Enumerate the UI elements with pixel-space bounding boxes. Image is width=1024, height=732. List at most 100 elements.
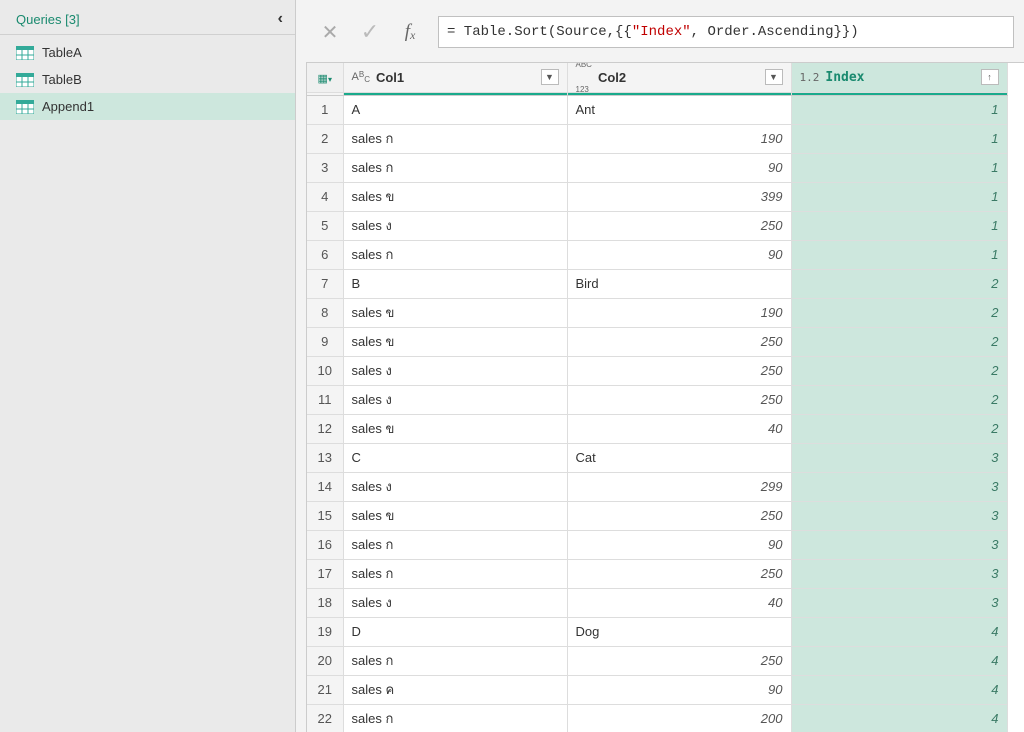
cell-col2[interactable]: 250 xyxy=(567,211,791,240)
commit-formula-button[interactable]: ✓ xyxy=(350,16,390,48)
cell-col2[interactable]: 90 xyxy=(567,675,791,704)
cell-col2[interactable]: Cat xyxy=(567,443,791,472)
table-row[interactable]: 15sales ข2503 xyxy=(307,501,1007,530)
cell-col1[interactable]: C xyxy=(343,443,567,472)
cell-col1[interactable]: sales ง xyxy=(343,472,567,501)
cell-col1[interactable]: A xyxy=(343,95,567,124)
cell-index[interactable]: 1 xyxy=(791,95,1007,124)
cell-col1[interactable]: sales ค xyxy=(343,675,567,704)
cell-col2[interactable]: 250 xyxy=(567,646,791,675)
cell-col2[interactable]: 200 xyxy=(567,704,791,732)
cell-col2[interactable]: 250 xyxy=(567,385,791,414)
table-row[interactable]: 11sales ง2502 xyxy=(307,385,1007,414)
table-row[interactable]: 18sales ง403 xyxy=(307,588,1007,617)
cell-col1[interactable]: sales ง xyxy=(343,211,567,240)
cell-index[interactable]: 2 xyxy=(791,298,1007,327)
table-row[interactable]: 1AAnt1 xyxy=(307,95,1007,124)
table-row[interactable]: 19DDog4 xyxy=(307,617,1007,646)
formula-input[interactable]: = Table.Sort(Source,{{"Index", Order.Asc… xyxy=(438,16,1014,48)
cell-col1[interactable]: sales ข xyxy=(343,414,567,443)
cell-col2[interactable]: 90 xyxy=(567,153,791,182)
cell-index[interactable]: 3 xyxy=(791,559,1007,588)
cell-index[interactable]: 3 xyxy=(791,588,1007,617)
cell-col1[interactable]: sales ก xyxy=(343,559,567,588)
table-row[interactable]: 17sales ก2503 xyxy=(307,559,1007,588)
grid-corner[interactable]: ▦▾ xyxy=(307,63,343,92)
cell-col2[interactable]: 40 xyxy=(567,588,791,617)
cell-col2[interactable]: 250 xyxy=(567,501,791,530)
cell-col1[interactable]: sales ข xyxy=(343,327,567,356)
cell-col1[interactable]: sales ก xyxy=(343,153,567,182)
cell-col1[interactable]: sales ข xyxy=(343,182,567,211)
cell-col1[interactable]: B xyxy=(343,269,567,298)
cell-index[interactable]: 2 xyxy=(791,327,1007,356)
cell-col2[interactable]: 250 xyxy=(567,559,791,588)
table-row[interactable]: 22sales ก2004 xyxy=(307,704,1007,732)
cell-col1[interactable]: sales ก xyxy=(343,646,567,675)
cell-col1[interactable]: sales ก xyxy=(343,530,567,559)
cell-index[interactable]: 1 xyxy=(791,240,1007,269)
column-header-col1[interactable]: ABC Col1 ▼ xyxy=(343,63,567,92)
table-row[interactable]: 7BBird2 xyxy=(307,269,1007,298)
cell-col2[interactable]: 250 xyxy=(567,327,791,356)
table-row[interactable]: 6sales ก901 xyxy=(307,240,1007,269)
cell-col2[interactable]: 40 xyxy=(567,414,791,443)
cell-col1[interactable]: D xyxy=(343,617,567,646)
cell-col2[interactable]: 190 xyxy=(567,298,791,327)
cell-col1[interactable]: sales ง xyxy=(343,385,567,414)
column-header-col2[interactable]: ABC123 Col2 ▼ xyxy=(567,63,791,92)
cell-index[interactable]: 4 xyxy=(791,675,1007,704)
cell-index[interactable]: 4 xyxy=(791,617,1007,646)
cell-col1[interactable]: sales ก xyxy=(343,704,567,732)
cell-col1[interactable]: sales ง xyxy=(343,588,567,617)
cell-index[interactable]: 3 xyxy=(791,530,1007,559)
table-row[interactable]: 10sales ง2502 xyxy=(307,356,1007,385)
cell-index[interactable]: 2 xyxy=(791,414,1007,443)
filter-dropdown-icon[interactable]: ▼ xyxy=(541,69,559,85)
data-grid-wrap[interactable]: ▦▾ ABC Col1 ▼ ABC123 Col2 ▼ xyxy=(306,62,1024,732)
cell-col2[interactable]: Bird xyxy=(567,269,791,298)
cell-col1[interactable]: sales ก xyxy=(343,240,567,269)
table-row[interactable]: 5sales ง2501 xyxy=(307,211,1007,240)
query-item[interactable]: Append1 xyxy=(0,93,295,120)
table-row[interactable]: 4sales ข3991 xyxy=(307,182,1007,211)
table-row[interactable]: 21sales ค904 xyxy=(307,675,1007,704)
query-item[interactable]: TableB xyxy=(0,66,295,93)
cell-index[interactable]: 1 xyxy=(791,124,1007,153)
column-header-index[interactable]: 1.2 Index ↑ xyxy=(791,63,1007,92)
cell-col1[interactable]: sales ข xyxy=(343,298,567,327)
cell-col2[interactable]: 190 xyxy=(567,124,791,153)
cell-col2[interactable]: Dog xyxy=(567,617,791,646)
sort-asc-filter-icon[interactable]: ↑ xyxy=(981,69,999,85)
table-row[interactable]: 16sales ก903 xyxy=(307,530,1007,559)
cell-index[interactable]: 2 xyxy=(791,269,1007,298)
query-item[interactable]: TableA xyxy=(0,39,295,66)
table-row[interactable]: 20sales ก2504 xyxy=(307,646,1007,675)
filter-dropdown-icon[interactable]: ▼ xyxy=(765,69,783,85)
cell-index[interactable]: 1 xyxy=(791,182,1007,211)
cell-col1[interactable]: sales ข xyxy=(343,501,567,530)
cell-col1[interactable]: sales ง xyxy=(343,356,567,385)
table-row[interactable]: 3sales ก901 xyxy=(307,153,1007,182)
cell-index[interactable]: 3 xyxy=(791,443,1007,472)
fx-button[interactable]: fx xyxy=(390,16,430,48)
cell-index[interactable]: 3 xyxy=(791,501,1007,530)
table-row[interactable]: 8sales ข1902 xyxy=(307,298,1007,327)
table-row[interactable]: 14sales ง2993 xyxy=(307,472,1007,501)
table-row[interactable]: 9sales ข2502 xyxy=(307,327,1007,356)
cell-index[interactable]: 4 xyxy=(791,646,1007,675)
cell-col2[interactable]: 399 xyxy=(567,182,791,211)
cell-col2[interactable]: Ant xyxy=(567,95,791,124)
cell-col2[interactable]: 90 xyxy=(567,240,791,269)
cell-index[interactable]: 4 xyxy=(791,704,1007,732)
table-row[interactable]: 13CCat3 xyxy=(307,443,1007,472)
cell-index[interactable]: 3 xyxy=(791,472,1007,501)
cell-col2[interactable]: 90 xyxy=(567,530,791,559)
table-row[interactable]: 2sales ก1901 xyxy=(307,124,1007,153)
cell-index[interactable]: 1 xyxy=(791,211,1007,240)
cell-index[interactable]: 1 xyxy=(791,153,1007,182)
cell-index[interactable]: 2 xyxy=(791,356,1007,385)
cell-col2[interactable]: 299 xyxy=(567,472,791,501)
cell-col1[interactable]: sales ก xyxy=(343,124,567,153)
cell-index[interactable]: 2 xyxy=(791,385,1007,414)
